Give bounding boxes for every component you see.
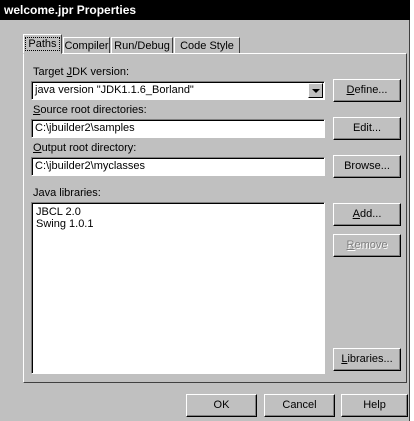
edit-button[interactable]: Edit... (333, 117, 401, 140)
tab-compiler[interactable]: Compiler (63, 37, 110, 54)
add-button[interactable]: Add... (333, 203, 401, 226)
target-jdk-value: java version "JDK1.1.6_Borland" (35, 84, 194, 96)
tab-run-debug[interactable]: Run/Debug (111, 37, 173, 54)
add-button-rest: dd... (359, 208, 382, 220)
output-root-label: Output root directory: (33, 142, 136, 154)
source-root-field[interactable]: C:\jbuilder2\samples (31, 119, 325, 138)
properties-dialog: welcome.jpr Properties Paths Compiler Ru… (0, 0, 410, 421)
output-root-label-key: O (33, 142, 42, 154)
java-libraries-list[interactable]: JBCL 2.0 Swing 1.0.1 (31, 202, 325, 374)
remove-button[interactable]: Remove (333, 234, 401, 257)
target-jdk-label: Target JDK version: (33, 66, 129, 78)
java-libraries-label: Java libraries: (33, 187, 101, 199)
define-button[interactable]: Define... (333, 79, 401, 102)
tab-code-style[interactable]: Code Style (174, 37, 240, 54)
help-button[interactable]: Help (341, 394, 408, 417)
ok-button[interactable]: OK (186, 394, 257, 417)
output-root-label-rest: utput root directory: (41, 142, 137, 154)
target-jdk-label-pre: Target (33, 66, 67, 78)
define-button-rest: efine... (354, 84, 388, 96)
add-button-key: A (352, 208, 360, 220)
libraries-button[interactable]: Libraries... (333, 348, 401, 371)
list-item[interactable]: Swing 1.0.1 (36, 218, 324, 230)
target-jdk-dropdown[interactable]: java version "JDK1.1.6_Borland" (31, 81, 325, 100)
target-jdk-label-post: DK version: (72, 66, 129, 78)
libraries-button-rest: ibraries... (347, 353, 393, 365)
title-bar: welcome.jpr Properties (0, 0, 410, 20)
output-root-field[interactable]: C:\jbuilder2\myclasses (31, 157, 325, 176)
browse-button[interactable]: Browse... (333, 155, 401, 178)
list-item[interactable]: JBCL 2.0 (36, 206, 324, 218)
chevron-down-icon[interactable] (308, 83, 323, 98)
source-root-label-rest: ource root directories: (40, 104, 147, 116)
remove-button-rest: emove (354, 239, 388, 251)
source-root-label: Source root directories: (33, 104, 147, 116)
tab-paths-label: Paths (25, 37, 60, 51)
tab-paths[interactable]: Paths (23, 34, 62, 54)
cancel-button[interactable]: Cancel (264, 394, 335, 417)
